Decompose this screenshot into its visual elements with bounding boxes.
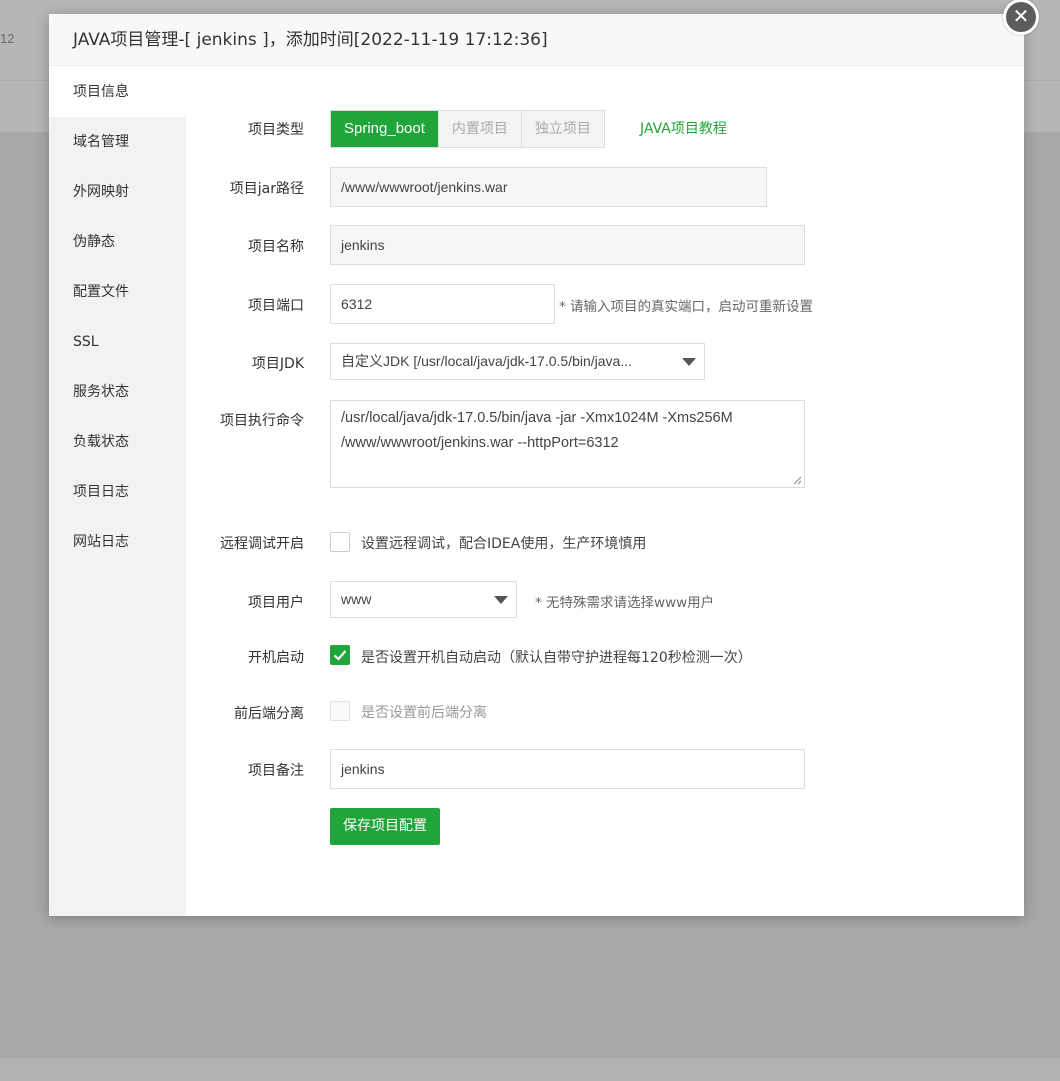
sidebar-item-config-file[interactable]: 配置文件 — [49, 267, 186, 317]
separation-text: 是否设置前后端分离 — [361, 705, 487, 721]
separation-label: 前后端分离 — [234, 706, 304, 722]
chevron-down-icon — [494, 596, 508, 604]
dialog-title: JAVA项目管理-[ jenkins ]，添加时间[2022-11-19 17:… — [73, 30, 548, 50]
remote-debug-label: 远程调试开启 — [220, 536, 304, 552]
sidebar-item-service-status[interactable]: 服务状态 — [49, 367, 186, 417]
project-port-input[interactable]: 6312 — [330, 284, 555, 324]
project-name-label: 项目名称 — [248, 239, 304, 255]
project-command-textarea[interactable]: /usr/local/java/jdk-17.0.5/bin/java -jar… — [330, 400, 805, 488]
resize-handle-icon[interactable] — [792, 475, 802, 485]
sidebar-item-rewrite[interactable]: 伪静态 — [49, 217, 186, 267]
sidebar-item-domain[interactable]: 域名管理 — [49, 117, 186, 167]
jdk-select-value: 自定义JDK [/usr/local/java/jdk-17.0.5/bin/j… — [341, 353, 633, 369]
background-footer — [0, 1058, 1060, 1081]
user-hint: * 无特殊需求请选择www用户 — [535, 595, 715, 611]
project-type-label: 项目类型 — [248, 122, 304, 138]
jar-path-label: 项目jar路径 — [229, 181, 304, 197]
project-type-segmented: Spring_boot 内置项目 独立项目 — [330, 110, 605, 148]
user-select-value: www — [341, 591, 372, 607]
jdk-select[interactable]: 自定义JDK [/usr/local/java/jdk-17.0.5/bin/j… — [330, 343, 705, 380]
background-row-number: 12 — [0, 31, 15, 46]
autostart-checkbox[interactable] — [330, 645, 350, 665]
type-option-standalone[interactable]: 独立项目 — [520, 111, 604, 147]
sidebar-item-ssl[interactable]: SSL — [49, 317, 186, 367]
project-user-label: 项目用户 — [248, 595, 304, 611]
project-info-form: 项目类型 Spring_boot 内置项目 独立项目 JAVA项目教程 项目ja… — [186, 67, 1024, 916]
project-jdk-label: 项目JDK — [251, 356, 304, 372]
remote-debug-text: 设置远程调试，配合IDEA使用，生产环境慎用 — [361, 536, 647, 552]
remote-debug-checkbox[interactable] — [330, 532, 350, 552]
type-option-builtin[interactable]: 内置项目 — [437, 111, 521, 147]
sidebar-item-load-status[interactable]: 负载状态 — [49, 417, 186, 467]
project-remark-label: 项目备注 — [248, 763, 304, 779]
sidebar-item-project-log[interactable]: 项目日志 — [49, 467, 186, 517]
save-project-button[interactable]: 保存项目配置 — [330, 808, 440, 845]
jar-path-input[interactable]: /www/wwwroot/jenkins.war — [330, 167, 767, 207]
java-tutorial-link[interactable]: JAVA项目教程 — [640, 118, 727, 138]
sidebar-item-external-mapping[interactable]: 外网映射 — [49, 167, 186, 217]
check-icon — [333, 650, 347, 661]
project-port-label: 项目端口 — [248, 298, 304, 314]
java-project-dialog: JAVA项目管理-[ jenkins ]，添加时间[2022-11-19 17:… — [49, 14, 1024, 916]
close-dialog-button[interactable]: ✕ — [1003, 0, 1039, 35]
type-option-spring-boot[interactable]: Spring_boot — [331, 111, 438, 147]
project-remark-input[interactable]: jenkins — [330, 749, 805, 789]
port-hint: * 请输入项目的真实端口，启动可重新设置 — [559, 299, 814, 315]
project-command-label: 项目执行命令 — [220, 413, 304, 429]
sidebar-item-site-log[interactable]: 网站日志 — [49, 517, 186, 567]
dialog-header: JAVA项目管理-[ jenkins ]，添加时间[2022-11-19 17:… — [49, 14, 1024, 66]
separation-checkbox[interactable] — [330, 701, 350, 721]
project-name-input[interactable]: jenkins — [330, 225, 805, 265]
close-icon: ✕ — [1012, 4, 1030, 28]
autostart-label: 开机启动 — [248, 650, 304, 666]
command-line-2: /www/wwwroot/jenkins.war --httpPort=6312 — [341, 435, 619, 451]
command-line-1: /usr/local/java/jdk-17.0.5/bin/java -jar… — [341, 410, 733, 426]
sidebar-item-project-info[interactable]: 项目信息 — [49, 67, 186, 117]
user-select[interactable]: www — [330, 581, 517, 618]
chevron-down-icon — [682, 358, 696, 366]
dialog-sidebar: 项目信息 域名管理 外网映射 伪静态 配置文件 SSL 服务状态 负载状态 项目… — [49, 67, 186, 916]
autostart-text: 是否设置开机自动启动（默认自带守护进程每120秒检测一次） — [361, 650, 752, 666]
